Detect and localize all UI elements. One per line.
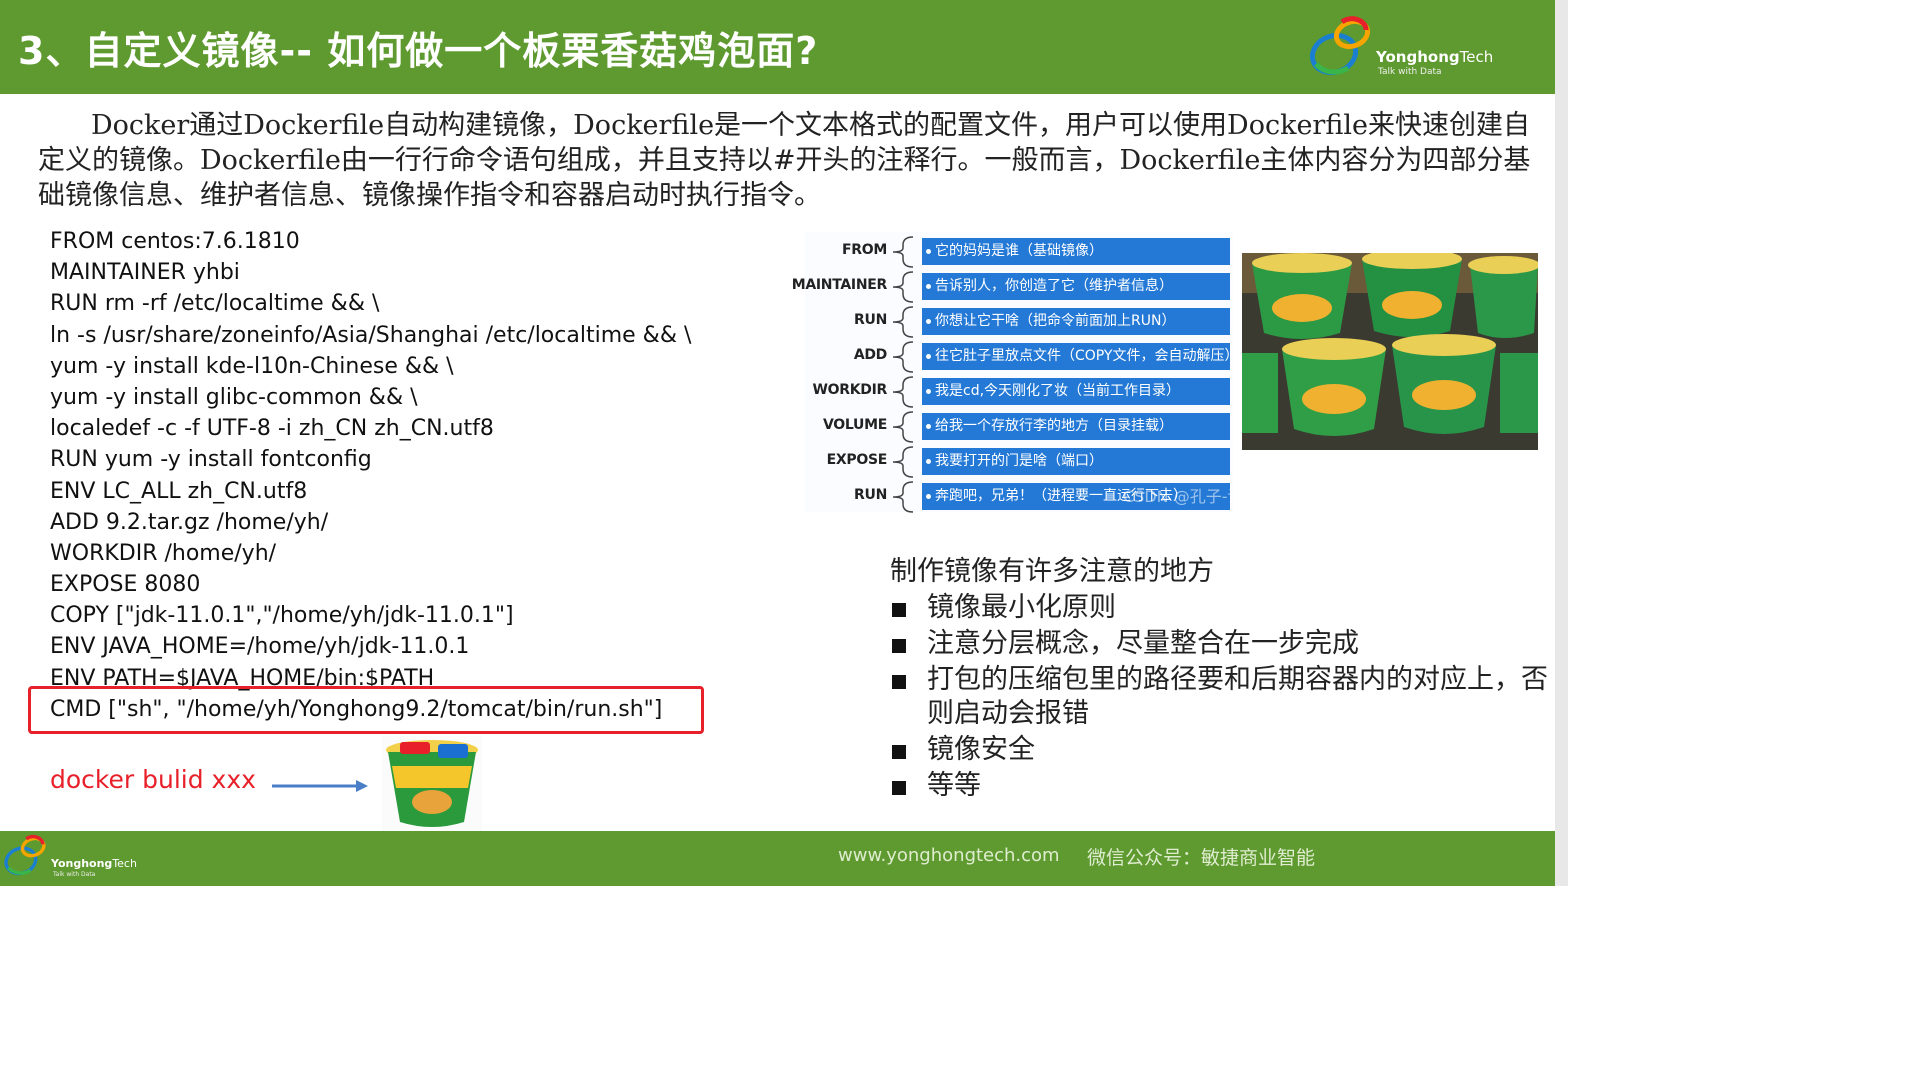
- code-line: RUN yum -y install fontconfig: [50, 447, 372, 473]
- page-title: 3、自定义镜像-- 如何做一个板栗香菇鸡泡面?: [18, 29, 819, 73]
- mapping-row: RUN 你想让它干啥（把命令前面加上RUN）: [805, 306, 1233, 338]
- brace-icon: [892, 236, 914, 268]
- mapping-description: 给我一个存放行李的地方（目录挂载）: [922, 413, 1230, 440]
- cmd-highlight-box: [28, 686, 704, 734]
- code-line: localedef -c -f UTF-8 -i zh_CN zh_CN.utf…: [50, 416, 494, 442]
- brace-icon: [892, 376, 914, 408]
- mapping-keyword: FROM: [842, 242, 887, 258]
- mapping-row: FROM 它的妈妈是谁（基础镜像）: [805, 236, 1233, 268]
- brace-icon: [892, 411, 914, 443]
- code-line: MAINTAINER yhbi: [50, 260, 240, 286]
- mapping-description: 它的妈妈是谁（基础镜像）: [922, 238, 1230, 265]
- brace-icon: [892, 481, 914, 513]
- bullet-icon: [926, 353, 931, 359]
- code-line: COPY ["jdk-11.0.1","/home/yh/jdk-11.0.1"…: [50, 603, 514, 629]
- mapping-row: EXPOSE 我要打开的门是啥（端口）: [805, 446, 1233, 478]
- logo-brand: YonghongTech: [1376, 48, 1494, 66]
- footer-logo-brand: YonghongTech: [51, 857, 137, 870]
- mapping-row: MAINTAINER 告诉别人，你创造了它（维护者信息）: [792, 271, 1233, 303]
- list-item: 等等: [890, 769, 1557, 803]
- square-bullet-icon: [892, 781, 906, 795]
- notes-list: 镜像最小化原则 注意分层概念，尽量整合在一步完成 打包的压缩包里的路径要和后期容…: [890, 591, 1557, 803]
- mapping-keyword: MAINTAINER: [791, 277, 888, 293]
- code-line: EXPOSE 8080: [50, 572, 201, 598]
- mapping-keyword: VOLUME: [823, 417, 887, 433]
- square-bullet-icon: [892, 745, 906, 759]
- mapping-row: WORKDIR 我是cd,今天刚化了妆（当前工作目录）: [805, 376, 1233, 408]
- square-bullet-icon: [892, 603, 906, 617]
- code-line: ENV JAVA_HOME=/home/yh/jdk-11.0.1: [50, 634, 470, 660]
- notes-title: 制作镜像有许多注意的地方: [890, 556, 1214, 587]
- code-line: ADD 9.2.tar.gz /home/yh/: [50, 509, 329, 535]
- footer-logo-tagline: Talk with Data: [53, 871, 96, 878]
- mapping-description: 我要打开的门是啥（端口）: [922, 448, 1230, 475]
- yonghong-logo-icon: [1309, 16, 1371, 76]
- build-command: docker bulid xxx: [50, 765, 256, 794]
- footer-website: www.yonghongtech.com: [838, 845, 1060, 866]
- code-line: yum -y install glibc-common && \: [50, 384, 418, 410]
- bullet-icon: [926, 318, 931, 324]
- noodle-shelf-photo: [1242, 249, 1540, 450]
- code-line: ln -s /usr/share/zoneinfo/Asia/Shanghai …: [50, 322, 692, 348]
- code-line: WORKDIR /home/yh/: [50, 540, 277, 566]
- mapping-row: ADD 往它肚子里放点文件（COPY文件，会自动解压）: [805, 341, 1233, 373]
- code-line: RUN rm -rf /etc/localtime && \: [50, 291, 380, 317]
- mapping-keyword: RUN: [854, 312, 887, 328]
- code-line: yum -y install kde-l10n-Chinese && \: [50, 353, 454, 379]
- mapping-description: 往它肚子里放点文件（COPY文件，会自动解压）: [922, 343, 1230, 370]
- mapping-keyword: ADD: [853, 347, 887, 363]
- code-line: FROM centos:7.6.1810: [50, 229, 300, 254]
- mapping-description: 我是cd,今天刚化了妆（当前工作目录）: [922, 378, 1230, 405]
- footer-wechat: 微信公众号：敏捷商业智能: [1087, 847, 1316, 869]
- brace-icon: [892, 271, 914, 303]
- bullet-icon: [926, 493, 931, 499]
- code-line: ENV LC_ALL zh_CN.utf8: [50, 478, 308, 504]
- square-bullet-icon: [892, 639, 906, 653]
- intro-paragraph: Docker通过Dockerfile自动构建镜像，Dockerfile是一个文本…: [38, 110, 1531, 211]
- right-arrow-icon: [272, 780, 368, 792]
- list-item: 注意分层概念，尽量整合在一步完成: [890, 627, 1557, 661]
- list-item: 打包的压缩包里的路径要和后期容器内的对应上，否则启动会报错: [890, 663, 1557, 731]
- mapping-keyword: WORKDIR: [812, 382, 888, 398]
- list-item: 镜像最小化原则: [890, 591, 1557, 625]
- bullet-icon: [926, 283, 931, 289]
- mapping-keyword: EXPOSE: [826, 452, 888, 468]
- footer-bar: [0, 831, 1555, 886]
- notes-section: 制作镜像有许多注意的地方 镜像最小化原则 注意分层概念，尽量整合在一步完成 打包…: [890, 553, 1557, 805]
- mapping-keyword: RUN: [854, 487, 887, 503]
- mapping-description: 告诉别人，你创造了它（维护者信息）: [922, 273, 1230, 300]
- noodle-bowl-icon: [386, 740, 478, 827]
- yonghong-logo: YonghongTech Talk with Data: [1308, 16, 1508, 82]
- mapping-description: 你想让它干啥（把命令前面加上RUN）: [922, 308, 1230, 335]
- footer-logo: YonghongTech Talk with Data: [3, 832, 153, 882]
- dockerfile-code: FROM centos:7.6.1810 MAINTAINER yhbi RUN…: [50, 226, 691, 725]
- brace-icon: [892, 341, 914, 373]
- mapping-row: VOLUME 给我一个存放行李的地方（目录挂载）: [805, 411, 1233, 443]
- brace-icon: [892, 446, 914, 478]
- noodle-bowl-image: [382, 736, 482, 832]
- bullet-icon: [926, 458, 931, 464]
- yonghong-logo-icon: [4, 834, 46, 876]
- logo-tagline: Talk with Data: [1378, 67, 1442, 77]
- square-bullet-icon: [892, 675, 906, 689]
- csdn-watermark: CSDN @孔子-说: [1123, 487, 1244, 506]
- noodle-cups-picture: [1242, 249, 1540, 450]
- brace-icon: [892, 306, 914, 338]
- dockerfile-mapping-diagram: FROM 它的妈妈是谁（基础镜像） MAINTAINER 告诉别人，你创造了它（…: [792, 232, 1243, 513]
- list-item: 镜像安全: [890, 733, 1557, 767]
- bullet-icon: [926, 248, 931, 254]
- bullet-icon: [926, 423, 931, 429]
- bullet-icon: [926, 388, 931, 394]
